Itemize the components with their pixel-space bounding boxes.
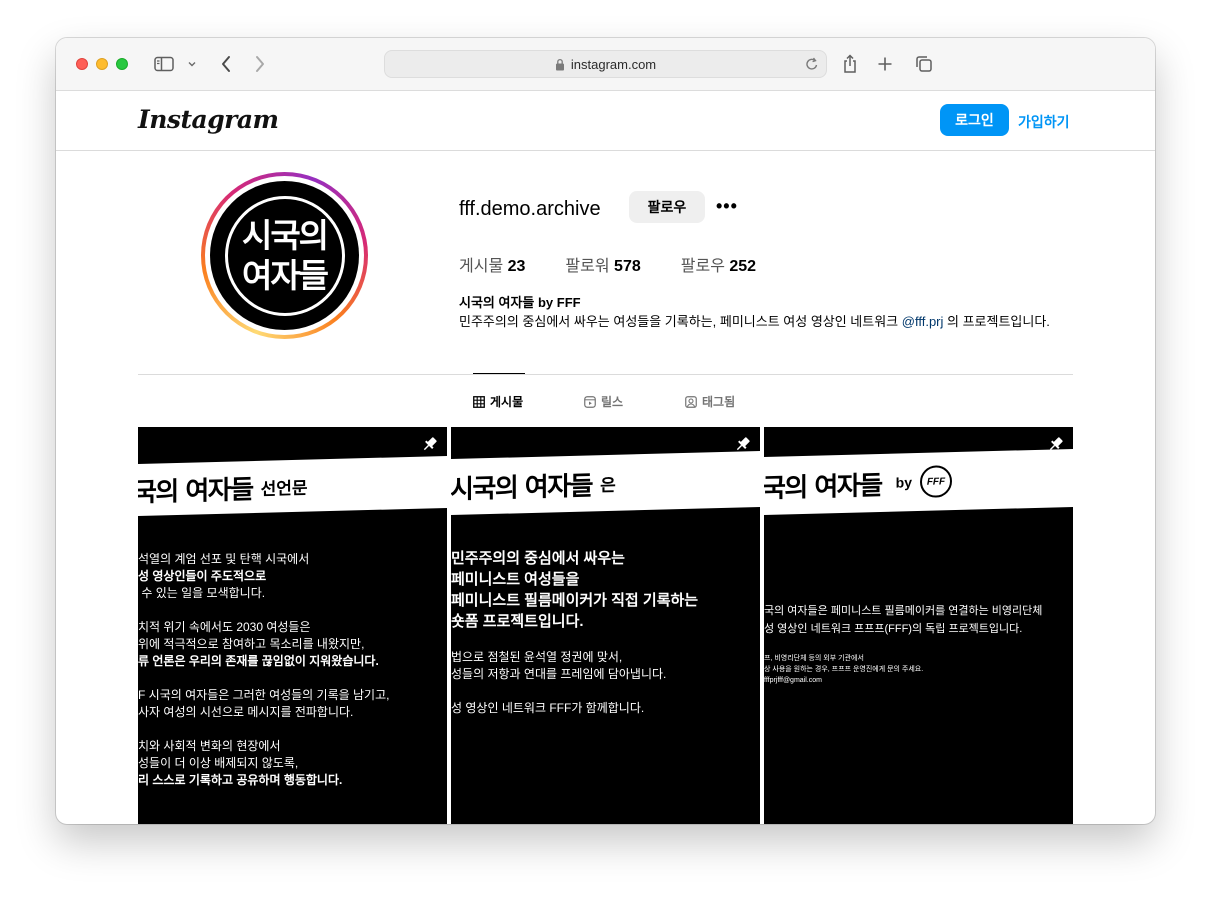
post-text: 치와 사회적 변화의 현장에서 bbox=[138, 739, 281, 753]
post-headline: 페미니스트 여성들을 bbox=[451, 571, 580, 588]
lock-icon bbox=[555, 58, 565, 71]
followers-stat[interactable]: 팔로워 578 bbox=[565, 252, 640, 276]
post-text: 사자 여성의 시선으로 메시지를 전파합니다. bbox=[138, 705, 354, 719]
login-button[interactable]: 로그인 bbox=[940, 104, 1009, 136]
tab-posts[interactable]: 게시물 bbox=[473, 393, 523, 410]
post-text: 성 영상인 네트워크 프프프(FFF)의 독립 프로젝트입니다. bbox=[764, 623, 1023, 635]
browser-window: instagram.com Instagram 로그인 가입하기 시국의 여자들 bbox=[56, 38, 1155, 824]
avatar-text-line1: 시국의 bbox=[241, 215, 329, 255]
post-banner: 국의 여자들 선언문 bbox=[138, 455, 447, 517]
follow-button[interactable]: 팔로우 bbox=[629, 191, 705, 223]
bio-text: 민주주의의 중심에서 싸우는 여성들을 기록하는, 페미니스트 여성 영상인 네… bbox=[459, 314, 1050, 329]
post-fine-print: 상 사용을 원하는 경우, 프프프 운영진에게 문의 주세요. bbox=[764, 666, 924, 673]
post-tile[interactable]: 시국의 여자들 은 민주주의의 중심에서 싸우는 페미니스트 여성들을 페미니스… bbox=[451, 427, 760, 824]
sidebar-toggle-icon[interactable] bbox=[153, 52, 175, 76]
active-tab-indicator bbox=[473, 373, 525, 374]
share-icon[interactable] bbox=[839, 52, 861, 76]
post-tile[interactable]: 국의 여자들 by FFF 국의 여자들은 페미니스트 필름메이커를 연결하는 … bbox=[764, 427, 1073, 824]
tab-tagged-label: 태그됨 bbox=[702, 395, 736, 409]
profile-avatar[interactable]: 시국의 여자들 bbox=[201, 172, 368, 339]
post-headline: 페미니스트 필름메이커가 직접 기록하는 bbox=[451, 592, 699, 609]
post-text: 석열의 계엄 선포 및 탄핵 시국에서 bbox=[138, 552, 310, 566]
more-options-icon[interactable]: ••• bbox=[716, 196, 738, 217]
pin-icon bbox=[421, 435, 439, 458]
post-headline: 민주주의의 중심에서 싸우는 bbox=[451, 550, 625, 567]
post-text: 리 스스로 기록하고 공유하며 행동합니다. bbox=[138, 773, 343, 787]
post-text: 국의 여자들은 페미니스트 필름메이커를 연결하는 비영리단체 bbox=[764, 605, 1043, 617]
minimize-window-button[interactable] bbox=[96, 58, 108, 70]
post-text: 성 영상인들이 주도적으로 bbox=[138, 569, 267, 583]
tab-overview-icon[interactable] bbox=[913, 52, 935, 76]
following-stat[interactable]: 팔로우 252 bbox=[681, 252, 756, 276]
forward-arrow-icon[interactable] bbox=[250, 52, 270, 76]
address-bar[interactable]: instagram.com bbox=[384, 50, 827, 78]
tab-tagged[interactable]: 태그됨 bbox=[685, 393, 735, 410]
tab-posts-label: 게시물 bbox=[490, 395, 524, 409]
grid-icon bbox=[473, 395, 485, 408]
reload-icon[interactable] bbox=[805, 56, 819, 75]
back-arrow-icon[interactable] bbox=[216, 52, 236, 76]
post-headline: 숏폼 프로젝트입니다. bbox=[451, 613, 584, 630]
post-banner: 국의 여자들 by FFF bbox=[764, 448, 1073, 516]
post-text: 성들의 저항과 연대를 프레임에 담아냅니다. bbox=[451, 667, 667, 681]
new-tab-icon[interactable] bbox=[874, 52, 896, 76]
post-text: 법으로 점철된 윤석열 정권에 맞서, bbox=[451, 650, 623, 664]
post-tile[interactable]: 국의 여자들 선언문 석열의 계엄 선포 및 탄핵 시국에서 성 영상인들이 주… bbox=[138, 427, 447, 824]
post-fine-print: fffprjfff@gmail.com bbox=[764, 677, 822, 684]
profile-username: fff.demo.archive bbox=[459, 198, 601, 220]
post-text: F 시국의 여자들은 그러한 여성들의 기록을 남기고, bbox=[138, 688, 390, 702]
tagged-icon bbox=[685, 395, 697, 408]
post-text: 치적 위기 속에서도 2030 여성들은 bbox=[138, 620, 311, 634]
zoom-window-button[interactable] bbox=[116, 58, 128, 70]
chevron-down-icon[interactable] bbox=[185, 52, 199, 76]
post-fine-print: 프, 비영리단체 등의 외부 기관에서 bbox=[764, 655, 864, 662]
tab-divider bbox=[138, 374, 1073, 375]
profile-stats: 게시물 23 팔로워 578 팔로우 252 bbox=[459, 252, 796, 276]
post-banner: 시국의 여자들 은 bbox=[451, 450, 760, 516]
tab-reels[interactable]: 릴스 bbox=[584, 393, 623, 410]
signup-link[interactable]: 가입하기 bbox=[1018, 112, 1070, 132]
post-text: 성들이 더 이상 배제되지 않도록, bbox=[138, 756, 299, 770]
tab-reels-label: 릴스 bbox=[601, 395, 624, 409]
url-text: instagram.com bbox=[570, 56, 657, 72]
browser-toolbar: instagram.com bbox=[56, 38, 1155, 91]
fff-logo-mark: FFF bbox=[920, 465, 952, 498]
instagram-header: Instagram 로그인 가입하기 bbox=[56, 91, 1155, 151]
bio-name: 시국의 여자들 by FFF bbox=[459, 295, 581, 310]
close-window-button[interactable] bbox=[76, 58, 88, 70]
instagram-logo[interactable]: Instagram bbox=[138, 105, 279, 134]
post-text: 류 언론은 우리의 존재를 끊임없이 지워왔습니다. bbox=[138, 654, 379, 668]
post-text: 위에 적극적으로 참여하고 목소리를 내왔지만, bbox=[138, 637, 365, 651]
post-text: 성 영상인 네트워크 FFF가 함께합니다. bbox=[451, 701, 645, 715]
reels-icon bbox=[584, 395, 596, 408]
bio-mention-link[interactable]: @fff.prj bbox=[902, 314, 944, 329]
avatar-text-line2: 여자들 bbox=[241, 255, 329, 295]
posts-stat: 게시물 23 bbox=[459, 258, 526, 275]
post-text: 수 있는 일을 모색합니다. bbox=[138, 586, 266, 600]
